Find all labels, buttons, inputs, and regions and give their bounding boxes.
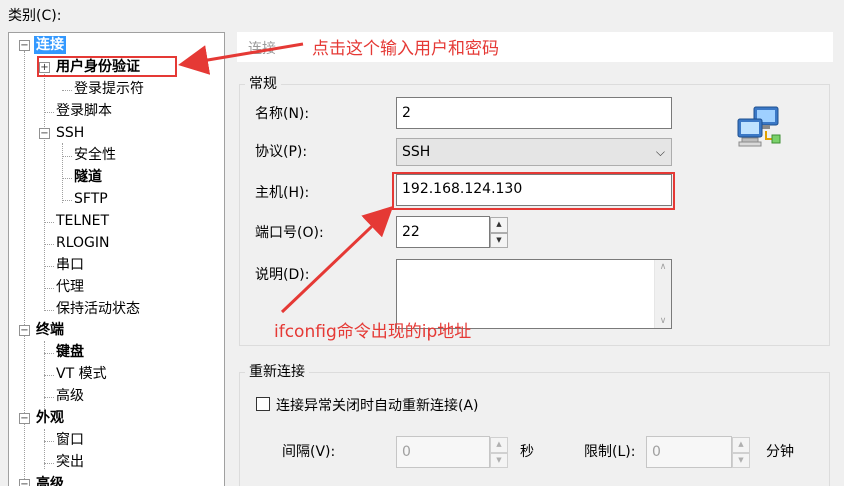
highlight-box-host (392, 172, 675, 210)
spin-down-icon[interactable]: ▼ (490, 452, 508, 468)
category-tree[interactable]: − + − − − − 连接 用户身份验证 登录提示符 登录脚本 SSH 安全性… (8, 32, 225, 486)
tree-item-keyboard[interactable]: 键盘 (56, 343, 84, 361)
protocol-select[interactable]: SSH ⌵ (396, 138, 672, 166)
description-label: 说明(D): (255, 267, 310, 283)
limit-input[interactable]: 0 (646, 436, 732, 468)
minutes-unit: 分钟 (766, 444, 794, 460)
limit-spinner[interactable]: ▲ ▼ (732, 437, 750, 468)
protocol-value: SSH (402, 144, 431, 160)
scroll-down-icon[interactable]: ∨ (655, 316, 671, 326)
tree-expander-advanced[interactable]: − (19, 479, 30, 486)
reconnect-group (239, 372, 830, 486)
tree-item-sftp[interactable]: SFTP (74, 190, 108, 208)
scroll-up-icon[interactable]: ∧ (655, 262, 671, 272)
spin-up-icon[interactable]: ▲ (490, 217, 508, 233)
tree-item-appearance[interactable]: 外观 (36, 409, 64, 427)
general-group-title: 常规 (245, 73, 281, 93)
description-scrollbar[interactable]: ∧ ∨ (654, 260, 671, 328)
tree-item-login-script[interactable]: 登录脚本 (56, 102, 112, 120)
tree-item-login-prompts[interactable]: 登录提示符 (74, 80, 144, 98)
network-computers-icon (736, 105, 782, 149)
port-input[interactable]: 22 (396, 216, 490, 248)
port-spinner[interactable]: ▲ ▼ (490, 217, 508, 248)
tree-item-tunnels[interactable]: 隧道 (74, 168, 102, 186)
tree-item-proxy[interactable]: 代理 (56, 278, 84, 296)
limit-label: 限制(L): (584, 444, 636, 460)
chevron-down-icon: ⌵ (655, 145, 665, 159)
tree-item-vt-mode[interactable]: VT 模式 (56, 365, 107, 383)
category-label: 类别(C): (8, 8, 62, 24)
tree-item-terminal[interactable]: 终端 (36, 321, 64, 339)
annotation-user-auth: 点击这个输入用户和密码 (312, 39, 499, 59)
tree-item-security[interactable]: 安全性 (74, 146, 116, 164)
tree-item-rlogin[interactable]: RLOGIN (56, 234, 110, 252)
tree-expander-terminal[interactable]: − (19, 325, 30, 336)
tree-item-window[interactable]: 窗口 (56, 431, 84, 449)
port-label: 端口号(O): (255, 225, 324, 241)
tree-item-advanced[interactable]: 高级 (36, 475, 64, 486)
page-title: 连接 (248, 41, 276, 57)
spin-down-icon[interactable]: ▼ (732, 452, 750, 468)
tree-expander-appearance[interactable]: − (19, 413, 30, 424)
interval-input[interactable]: 0 (396, 436, 490, 468)
annotation-ip-address: ifconfig命令出现的ip地址 (274, 322, 472, 342)
spin-up-icon[interactable]: ▲ (732, 437, 750, 453)
spin-down-icon[interactable]: ▼ (490, 232, 508, 248)
tree-expander-connection[interactable]: − (19, 40, 30, 51)
protocol-label: 协议(P): (255, 144, 308, 160)
tree-item-connection[interactable]: 连接 (34, 36, 66, 54)
highlight-box-user-auth (37, 56, 177, 77)
seconds-unit: 秒 (520, 444, 534, 460)
host-label: 主机(H): (255, 185, 310, 201)
tree-item-telnet[interactable]: TELNET (56, 212, 109, 230)
tree-item-keepalive[interactable]: 保持活动状态 (56, 300, 140, 318)
interval-spinner[interactable]: ▲ ▼ (490, 437, 508, 468)
name-input[interactable]: 2 (396, 97, 672, 129)
tree-expander-ssh[interactable]: − (39, 128, 50, 139)
tree-item-ssh[interactable]: SSH (56, 124, 84, 142)
reconnect-group-title: 重新连接 (245, 361, 309, 381)
interval-label: 间隔(V): (282, 444, 336, 460)
tree-item-terminal-advanced[interactable]: 高级 (56, 387, 84, 405)
tree-item-highlight[interactable]: 突出 (56, 453, 84, 471)
name-label: 名称(N): (255, 106, 310, 122)
auto-reconnect-label[interactable]: 连接异常关闭时自动重新连接(A) (276, 395, 479, 415)
auto-reconnect-checkbox[interactable] (256, 397, 270, 411)
spin-up-icon[interactable]: ▲ (490, 437, 508, 453)
tree-item-serial[interactable]: 串口 (56, 256, 84, 274)
